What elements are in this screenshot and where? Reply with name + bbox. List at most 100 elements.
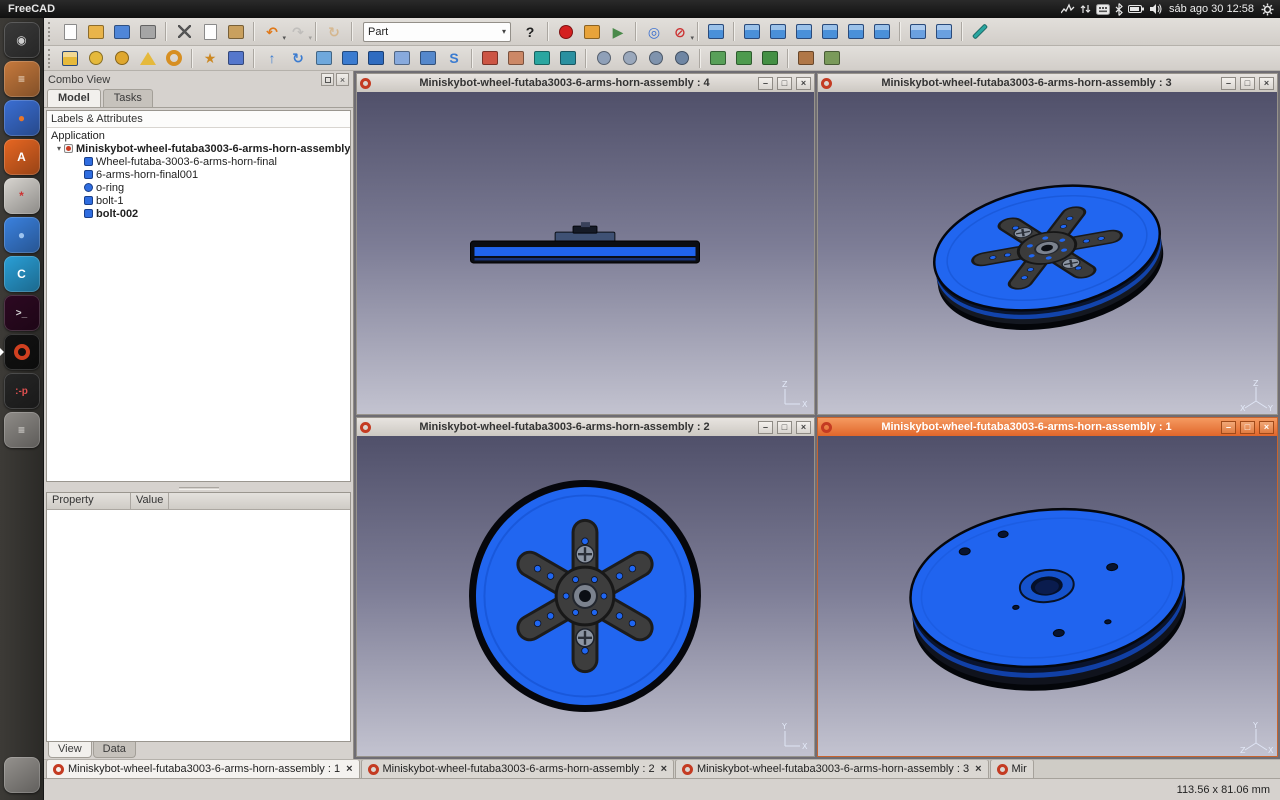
- window-titlebar[interactable]: Miniskybot-wheel-futaba3003-6-arms-horn-…: [357, 418, 814, 436]
- tab-close-icon[interactable]: ×: [344, 763, 352, 775]
- minimize-button[interactable]: –: [1221, 77, 1236, 90]
- clock[interactable]: sáb ago 30 12:58: [1167, 3, 1256, 15]
- boolean-union-button[interactable]: [644, 47, 668, 70]
- close-button[interactable]: ×: [1259, 77, 1274, 90]
- tree-item-bolt-1[interactable]: bolt-1: [47, 194, 350, 207]
- refresh-button[interactable]: ↻: [322, 20, 346, 43]
- close-button[interactable]: ×: [1259, 421, 1274, 434]
- dash-home-launcher-icon[interactable]: ◉: [4, 22, 40, 58]
- loft-button[interactable]: [416, 47, 440, 70]
- viewport-3d-side[interactable]: Z X: [357, 92, 814, 414]
- window-tab-1[interactable]: Miniskybot-wheel-futaba3003-6-arms-horn-…: [46, 759, 360, 778]
- view-rear-button[interactable]: [818, 20, 842, 43]
- blue-sphere-app-launcher-icon[interactable]: ●: [4, 217, 40, 253]
- panel-close-button[interactable]: ×: [336, 73, 349, 86]
- save-document-button[interactable]: [110, 20, 134, 43]
- offset-button[interactable]: [530, 47, 554, 70]
- window-tab-2[interactable]: Miniskybot-wheel-futaba3003-6-arms-horn-…: [361, 759, 675, 778]
- redo-button[interactable]: ↷▾: [286, 20, 310, 43]
- view-front-button[interactable]: [740, 20, 764, 43]
- fit-all-button[interactable]: ◎: [642, 20, 666, 43]
- part-torus-button[interactable]: [162, 47, 186, 70]
- package-app-launcher-icon[interactable]: *: [4, 178, 40, 214]
- part-primitives-button[interactable]: ★: [198, 47, 222, 70]
- fillet-button[interactable]: [338, 47, 362, 70]
- freecad-launcher-icon[interactable]: [4, 334, 40, 370]
- extrude-button[interactable]: ↑: [260, 47, 284, 70]
- firefox-launcher-icon[interactable]: ●: [4, 100, 40, 136]
- window-tab-3[interactable]: Miniskybot-wheel-futaba3003-6-arms-horn-…: [675, 759, 989, 778]
- copy-button[interactable]: [198, 20, 222, 43]
- battery-icon[interactable]: [1128, 4, 1144, 14]
- window-titlebar[interactable]: Miniskybot-wheel-futaba3003-6-arms-horn-…: [357, 74, 814, 92]
- network-arrows-icon[interactable]: [1080, 3, 1091, 15]
- join-cutout-button[interactable]: [758, 47, 782, 70]
- boolean-cut-button[interactable]: [618, 47, 642, 70]
- tree-item-bolt-002[interactable]: bolt-002: [47, 207, 350, 220]
- dock-float-button[interactable]: [321, 73, 334, 86]
- part-sphere-button[interactable]: [110, 47, 134, 70]
- maximize-button[interactable]: □: [777, 421, 792, 434]
- shape-builder-button[interactable]: [224, 47, 248, 70]
- tab-data[interactable]: Data: [93, 742, 136, 758]
- workbench-selector[interactable]: Part ▾: [363, 22, 511, 42]
- mirror-button[interactable]: [312, 47, 336, 70]
- tree-item-o-ring[interactable]: o-ring: [47, 181, 350, 194]
- view-left-button[interactable]: [870, 20, 894, 43]
- volume-icon[interactable]: [1149, 3, 1162, 15]
- part-cone-button[interactable]: [136, 47, 160, 70]
- join-connect-button[interactable]: [706, 47, 730, 70]
- revolve-button[interactable]: ↻: [286, 47, 310, 70]
- chevron-down-icon[interactable]: ▾: [690, 34, 694, 42]
- view-axonometric-3-button[interactable]: [932, 20, 956, 43]
- tree-item-document[interactable]: ▾ Miniskybot-wheel-futaba3003-6-arms-hor…: [47, 142, 350, 155]
- tree-item-wheel[interactable]: Wheel-futaba-3003-6-arms-horn-final: [47, 155, 350, 168]
- viewport-3d-isometric-back[interactable]: Y Z X: [818, 436, 1277, 756]
- cross-sections-button[interactable]: [504, 47, 528, 70]
- thickness-button[interactable]: [556, 47, 580, 70]
- window-tab-4[interactable]: Mir: [990, 759, 1034, 778]
- c-app-launcher-icon[interactable]: C: [4, 256, 40, 292]
- boolean-common-button[interactable]: [670, 47, 694, 70]
- minimize-button[interactable]: –: [758, 421, 773, 434]
- splitting-tools-button[interactable]: [794, 47, 818, 70]
- toolbar-grip[interactable]: [48, 22, 53, 41]
- view-bottom-button[interactable]: [844, 20, 868, 43]
- maximize-button[interactable]: □: [777, 77, 792, 90]
- macro-execute-button[interactable]: ▶: [606, 20, 630, 43]
- window-titlebar[interactable]: Miniskybot-wheel-futaba3003-6-arms-horn-…: [818, 74, 1277, 92]
- tab-close-icon[interactable]: ×: [973, 763, 981, 775]
- keyboard-indicator-icon[interactable]: [1096, 4, 1110, 15]
- boolean-button[interactable]: [592, 47, 616, 70]
- part-cylinder-button[interactable]: [84, 47, 108, 70]
- tab-view[interactable]: View: [48, 742, 92, 758]
- undo-button[interactable]: ↶▾: [260, 20, 284, 43]
- view-right-button[interactable]: [792, 20, 816, 43]
- tab-close-icon[interactable]: ×: [659, 763, 667, 775]
- macro-edit-button[interactable]: [580, 20, 604, 43]
- chevron-down-icon[interactable]: ▾: [308, 34, 312, 42]
- activity-monitor-icon[interactable]: [1061, 3, 1075, 15]
- pinta-launcher-icon[interactable]: :-p: [4, 373, 40, 409]
- print-button[interactable]: [136, 20, 160, 43]
- files-launcher-icon[interactable]: ≡: [4, 61, 40, 97]
- macro-record-button[interactable]: [554, 20, 578, 43]
- trash-launcher-icon[interactable]: [4, 757, 40, 793]
- window-titlebar[interactable]: Miniskybot-wheel-futaba3003-6-arms-horn-…: [818, 418, 1277, 436]
- tree-item-application[interactable]: Application: [47, 129, 350, 142]
- measure-distance-button[interactable]: [968, 20, 992, 43]
- session-gear-icon[interactable]: [1261, 3, 1274, 16]
- chamfer-button[interactable]: [364, 47, 388, 70]
- file-archiver-launcher-icon[interactable]: ≡: [4, 412, 40, 448]
- draw-style-button[interactable]: ⊘▾: [668, 20, 692, 43]
- viewport-3d-front[interactable]: Y X: [357, 436, 814, 756]
- terminal-launcher-icon[interactable]: >_: [4, 295, 40, 331]
- section-button[interactable]: [478, 47, 502, 70]
- join-embed-button[interactable]: [732, 47, 756, 70]
- view-axonometric-2-button[interactable]: [906, 20, 930, 43]
- ruled-surface-button[interactable]: [390, 47, 414, 70]
- tree-item-horn[interactable]: 6-arms-horn-final001: [47, 168, 350, 181]
- tab-tasks[interactable]: Tasks: [103, 89, 153, 107]
- new-document-button[interactable]: [58, 20, 82, 43]
- software-center-launcher-icon[interactable]: A: [4, 139, 40, 175]
